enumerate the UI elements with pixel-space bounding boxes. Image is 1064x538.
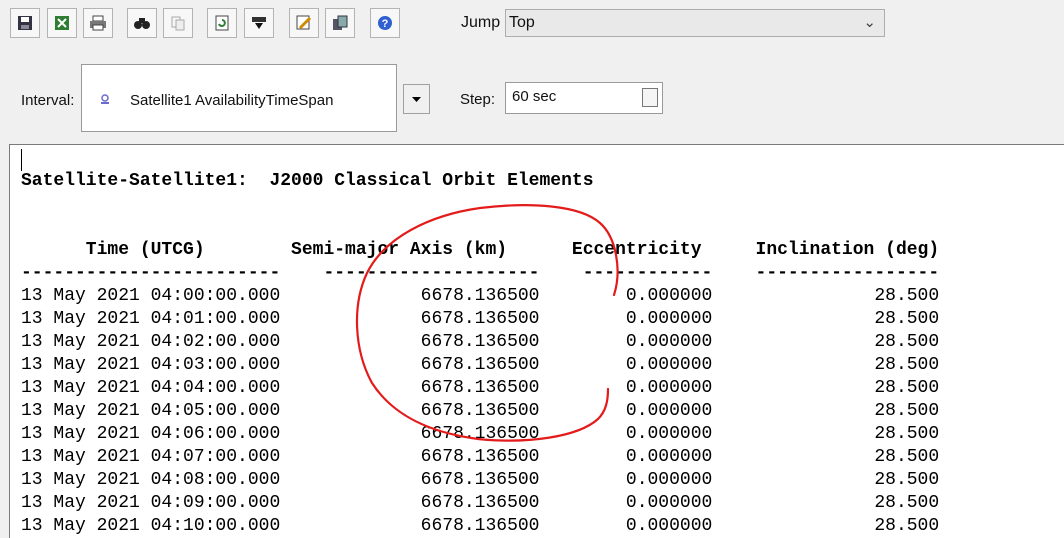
download-button[interactable] <box>244 8 274 38</box>
toolbar: ? Jump Top ⌄ <box>0 0 1064 48</box>
find-icon <box>134 18 150 29</box>
interval-dropdown-button[interactable] <box>403 84 430 114</box>
find-button[interactable] <box>127 8 157 38</box>
copy-button[interactable] <box>163 8 193 38</box>
copy-icon <box>171 16 185 31</box>
red-circle-annotation <box>355 204 619 442</box>
save-button[interactable] <box>10 8 40 38</box>
export-excel-button[interactable] <box>47 8 77 38</box>
help-icon: ? <box>378 16 392 30</box>
windows-icon <box>333 15 348 30</box>
windows-button[interactable] <box>325 8 355 38</box>
keypad-icon[interactable] <box>642 88 658 107</box>
caret-down-icon <box>412 96 421 102</box>
interval-label: Interval: <box>21 92 75 109</box>
step-label: Step: <box>460 91 496 108</box>
print-icon <box>90 15 106 31</box>
svg-text:?: ? <box>382 18 389 30</box>
jump-select[interactable]: Top ⌄ <box>505 9 885 37</box>
edit-icon <box>296 15 312 30</box>
jump-select-value: Top <box>509 14 535 31</box>
step-input[interactable]: 60 sec <box>505 82 663 114</box>
save-icon <box>18 16 32 30</box>
jump-label: Jump <box>461 14 501 31</box>
print-button[interactable] <box>83 8 113 38</box>
download-icon <box>252 17 266 29</box>
interval-field[interactable]: Satellite1 AvailabilityTimeSpan <box>81 64 397 132</box>
report-text-area[interactable]: Satellite-Satellite1: J2000 Classical Or… <box>9 144 1064 538</box>
chevron-down-icon: ⌄ <box>863 14 876 31</box>
step-value: 60 sec <box>512 88 557 105</box>
edit-button[interactable] <box>289 8 319 38</box>
interval-value: Satellite1 AvailabilityTimeSpan <box>130 92 334 109</box>
help-button[interactable]: ? <box>370 8 400 38</box>
refresh-icon <box>215 15 229 31</box>
refresh-button[interactable] <box>207 8 237 38</box>
satellite-icon <box>101 94 109 104</box>
export-excel-icon <box>55 16 69 30</box>
